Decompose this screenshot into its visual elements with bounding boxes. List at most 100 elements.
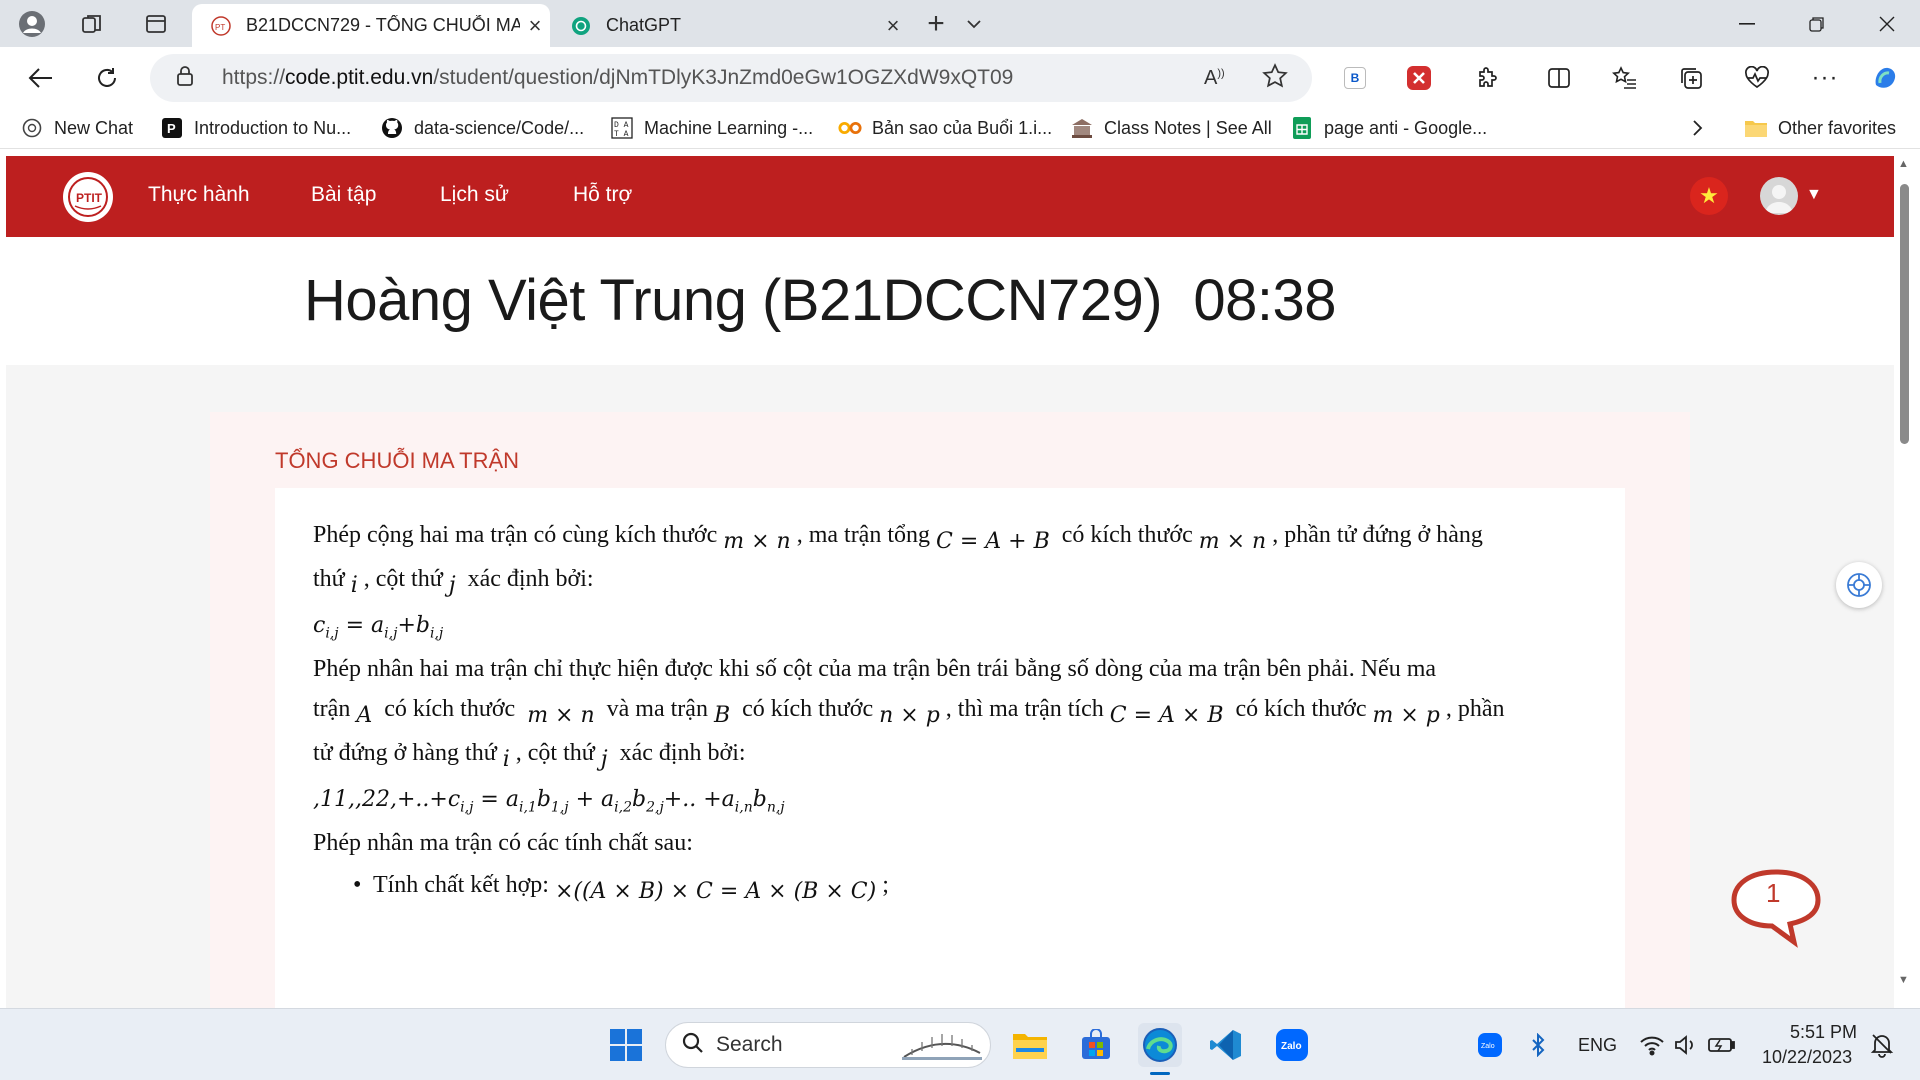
clock-date[interactable]: 10/22/2023 [1762,1047,1852,1068]
clock-time[interactable]: 5:51 PM [1790,1022,1857,1043]
favorite-label: data-science/Code/... [414,117,585,138]
scrollbar-thumb[interactable] [1900,184,1909,444]
sheets-icon [1290,116,1314,140]
new-tab-icon[interactable]: + [920,7,952,40]
favorite-label: New Chat [54,117,134,138]
taskbar-search[interactable]: Search [665,1022,991,1068]
zalo-icon[interactable]: Zalo [1270,1023,1314,1067]
tab-ptit[interactable]: PT B21DCCN729 - TỔNG CHUỖI MA TRẬN × [192,4,550,47]
favorite-colab[interactable]: Bản sao của Buổi 1.i... [838,115,1052,141]
statement-line: Phép nhân hai ma trận chỉ thực hiện được… [313,656,1437,682]
site-navbar: PTIT Thực hành Bài tập Lịch sử Hỗ trợ ★ … [6,156,1894,237]
favorite-introduction[interactable]: P Introduction to Nu... [160,115,351,141]
input-language[interactable]: ENG [1578,1035,1617,1056]
statement-line: tử đứng ở hàng thứ i , cột thứ j xác địn… [313,740,746,772]
minimize-icon[interactable] [1714,0,1780,47]
collections-icon[interactable] [1672,59,1710,97]
windows-start-icon[interactable] [604,1023,648,1067]
notification-bell-icon[interactable] [1860,1023,1904,1067]
edge-browser-icon[interactable] [1138,1023,1182,1075]
restore-icon[interactable] [1784,0,1850,47]
url-text[interactable]: https://code.ptit.edu.vn/student/questio… [222,66,1013,90]
p-icon: P [160,116,184,140]
chatgpt-icon [20,116,44,140]
microsoft-store-icon[interactable] [1074,1023,1118,1067]
workspaces-icon[interactable] [76,8,108,40]
tab-list-chevron-down-icon[interactable] [958,8,990,40]
more-menu-icon[interactable]: ··· [1806,59,1844,97]
statement-line: Phép cộng hai ma trận có cùng kích thước… [313,522,1483,554]
battery-icon[interactable] [1700,1023,1744,1067]
colab-icon [838,116,862,140]
chat-bubble-icon[interactable]: 1 [1728,868,1824,950]
list-item: • Tính chất kết hợp: ×((A × B) × C = A ×… [353,872,889,904]
chatgpt-favicon-icon [570,15,592,37]
back-arrow-icon[interactable] [22,59,60,97]
close-tab-icon[interactable]: × [520,13,550,39]
favorite-label: Machine Learning -... [644,117,814,138]
zalo-tray-icon[interactable]: Zalo [1468,1023,1512,1067]
question-title: TỔNG CHUỖI MA TRẬN [275,448,520,473]
scroll-down-arrow-icon[interactable]: ▼ [1898,974,1909,986]
vietnam-flag-icon[interactable]: ★ [1690,177,1728,215]
favorite-star-icon[interactable] [1262,62,1288,94]
tab-chatgpt[interactable]: ChatGPT × [552,4,908,47]
close-tab-icon[interactable]: × [878,13,908,39]
favorite-github[interactable]: data-science/Code/... [380,115,584,141]
split-screen-icon[interactable] [1540,59,1578,97]
browser-toolbar: https://code.ptit.edu.vn/student/questio… [0,47,1920,107]
classnotes-icon [1070,116,1094,140]
svg-text:PT: PT [215,23,225,32]
chatgpt-sidebar-icon[interactable] [1836,562,1882,608]
user-menu-caret-icon[interactable]: ▼ [1806,186,1822,204]
statement-line: Phép nhân ma trận có các tính chất sau: [313,830,693,856]
bing-extension-icon[interactable]: B [1336,59,1374,97]
nav-thuc-hanh[interactable]: Thực hành [148,183,250,207]
browser-tab-strip: PT B21DCCN729 - TỔNG CHUỖI MA TRẬN × Cha… [0,0,1920,47]
nav-lich-su[interactable]: Lịch sử [440,183,509,207]
page-viewport: PTIT Thực hành Bài tập Lịch sử Hỗ trợ ★ … [6,156,1894,1008]
favorite-label: page anti - Google... [1324,117,1488,138]
vscode-icon[interactable] [1204,1023,1248,1067]
address-bar[interactable]: https://code.ptit.edu.vn/student/questio… [150,54,1312,102]
favorite-label: Introduction to Nu... [194,117,352,138]
formula-line: ci,j = ai,j+bi,j [313,613,444,642]
svg-text:P: P [167,121,176,136]
favorite-class-notes[interactable]: Class Notes | See All [1070,115,1272,141]
favorites-overflow-chevron-icon[interactable] [1692,115,1704,141]
profile-icon[interactable] [16,8,48,40]
student-name-timer: Hoàng Việt Trung (B21DCCN729) 08:38 [304,268,1336,333]
file-explorer-icon[interactable] [1008,1023,1052,1067]
folder-icon [1744,116,1768,140]
lock-icon[interactable] [176,65,194,92]
blocker-extension-icon[interactable] [1400,59,1438,97]
tab-actions-icon[interactable] [140,8,172,40]
svg-text:D A: D A [614,121,629,130]
nav-bai-tap[interactable]: Bài tập [311,183,376,207]
favorite-machine-learning[interactable]: D AT A Machine Learning -... [610,115,813,141]
bluetooth-icon[interactable] [1516,1023,1560,1067]
nav-ho-tro[interactable]: Hỗ trợ [573,183,632,207]
tab-title: B21DCCN729 - TỔNG CHUỖI MA TRẬN [246,15,520,35]
ptit-logo[interactable]: PTIT [63,172,113,222]
avatar[interactable] [1760,177,1798,215]
favorite-page-anti[interactable]: page anti - Google... [1290,115,1487,141]
copilot-icon[interactable] [1866,59,1904,97]
svg-text:Zalo: Zalo [1281,1041,1302,1052]
performance-heart-icon[interactable] [1738,59,1776,97]
page-scrollbar[interactable]: ▲ ▼ [1894,156,1914,1008]
refresh-icon[interactable] [88,59,126,97]
favorite-new-chat[interactable]: New Chat [20,115,133,141]
formula-line: ,11,,22,+..+ci,j = ai,1b1,j + ai,2b2,j+.… [313,787,785,816]
read-aloud-icon[interactable]: A)) [1204,67,1225,90]
extensions-puzzle-icon[interactable] [1468,59,1506,97]
other-favorites[interactable]: Other favorites [1744,115,1896,141]
tab-title: ChatGPT [606,15,682,35]
close-window-icon[interactable] [1854,0,1920,47]
search-icon [682,1032,704,1059]
statement-line: trận A có kích thước m × n và ma trận B … [313,696,1505,728]
statement-line: thứ i , cột thứ j xác định bởi: [313,566,594,598]
data-icon: D AT A [610,116,634,140]
scroll-up-arrow-icon[interactable]: ▲ [1898,158,1909,170]
favorites-list-icon[interactable] [1606,59,1644,97]
